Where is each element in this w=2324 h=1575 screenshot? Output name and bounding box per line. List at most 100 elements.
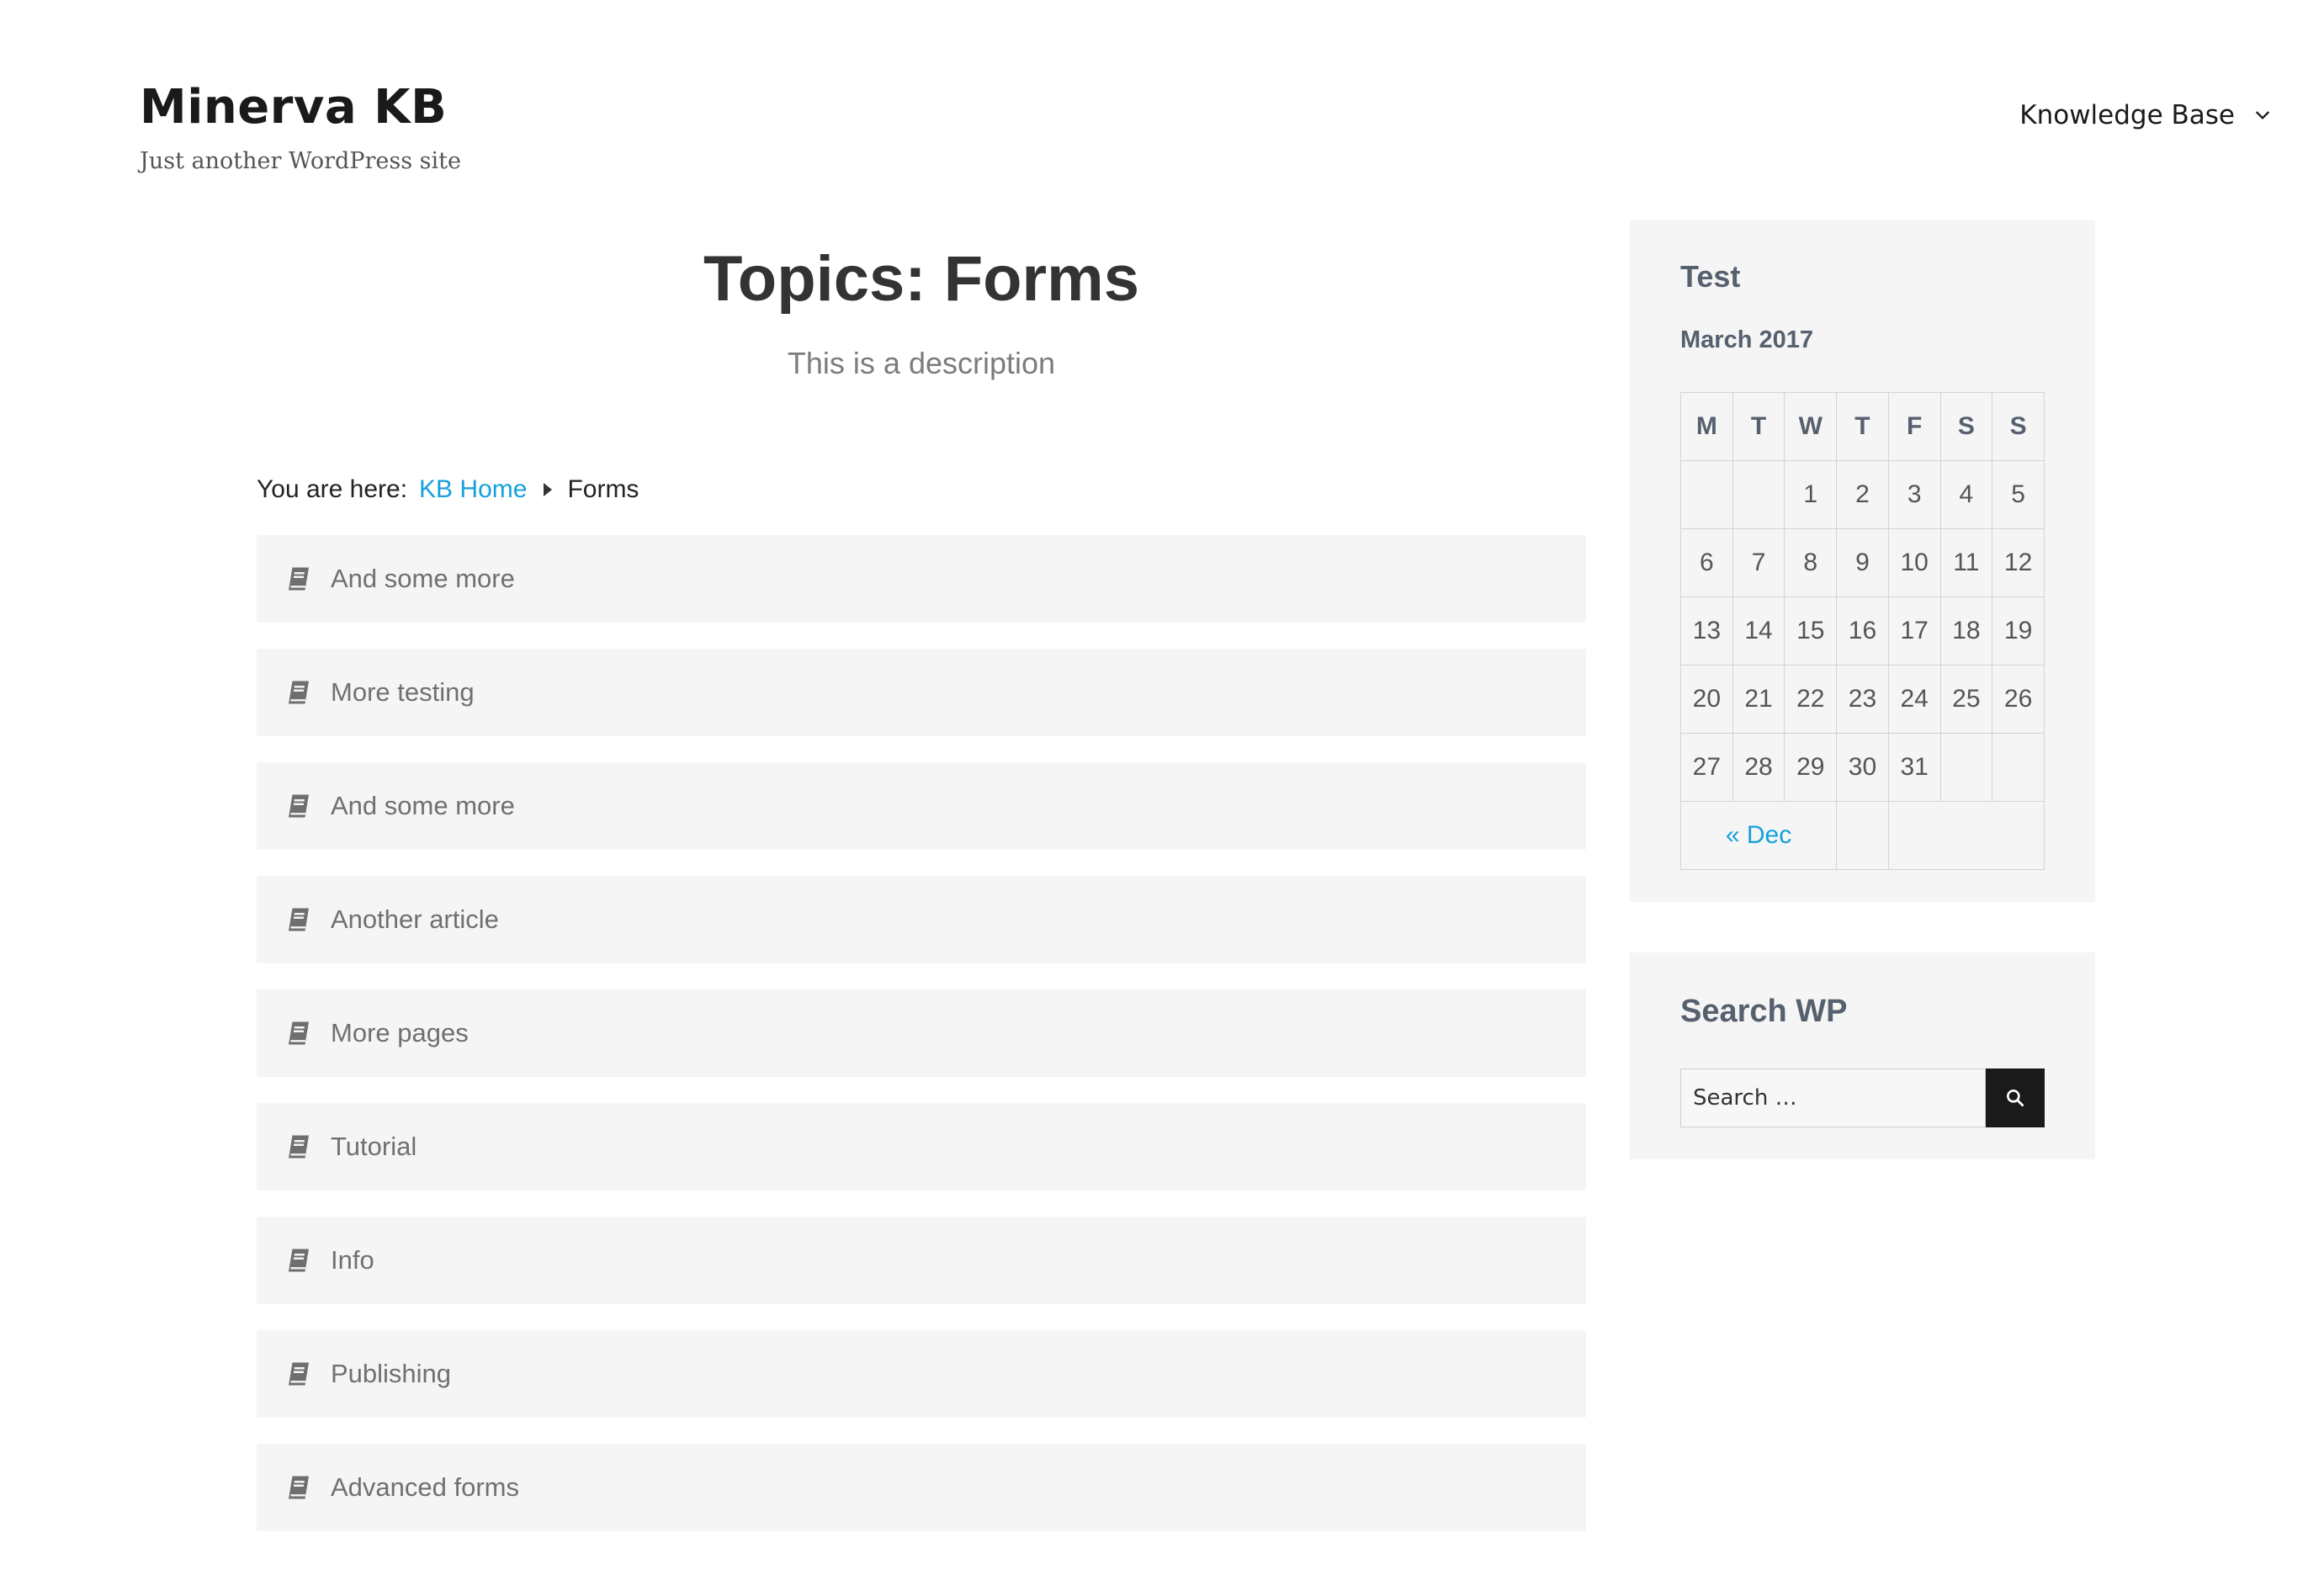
calendar-day: 18 <box>1939 597 1993 666</box>
search-widget-title: Search WP <box>1680 994 1848 1029</box>
calendar-week-row: 12345 <box>1680 460 2045 529</box>
page-title: Topics: Forms <box>703 243 1139 315</box>
article-title[interactable]: Advanced forms <box>331 1472 519 1503</box>
calendar-widget: Test March 2017 MTWTFSS 1 2 3 4 5 6 7 8 9 10 11 12 1… <box>1630 220 2095 902</box>
calendar-day: 25 <box>1939 665 1993 734</box>
calendar-empty-cell <box>1680 460 1733 529</box>
search-input[interactable] <box>1680 1069 1986 1127</box>
calendar-week-row: 13 14 15 16 17 18 19 <box>1680 597 2045 666</box>
chevron-down-icon[interactable] <box>2253 106 2272 125</box>
article-item[interactable]: Tutorial <box>257 1103 1586 1191</box>
book-icon <box>289 1362 309 1386</box>
breadcrumb-separator-icon <box>544 483 553 496</box>
article-item[interactable]: More testing <box>257 649 1586 736</box>
calendar-day: 10 <box>1887 528 1941 597</box>
calendar-pad-cell <box>1836 801 1889 870</box>
article-item[interactable]: Publishing <box>257 1330 1586 1418</box>
article-item[interactable]: Advanced forms <box>257 1444 1586 1531</box>
calendar-week-row: 27 28 29 30 31 <box>1680 733 2045 802</box>
calendar-day: 7 <box>1732 528 1785 597</box>
calendar-day: 22 <box>1784 665 1838 734</box>
article-title[interactable]: And some more <box>331 564 515 594</box>
calendar-weekday: M <box>1680 392 1733 461</box>
calendar-empty-cell <box>1732 460 1785 529</box>
calendar-weekday: S <box>1939 392 1993 461</box>
article-item[interactable]: Info <box>257 1217 1586 1304</box>
nav-knowledge-base[interactable]: Knowledge Base <box>2019 94 2272 136</box>
article-title[interactable]: And some more <box>331 791 515 821</box>
article-item[interactable]: More pages <box>257 989 1586 1077</box>
book-icon <box>289 1135 309 1159</box>
article-title[interactable]: More testing <box>331 677 475 708</box>
calendar-day: 12 <box>1992 528 2045 597</box>
article-title[interactable]: Publishing <box>331 1359 451 1389</box>
calendar-weekday: W <box>1784 392 1838 461</box>
site-tagline: Just another WordPress site <box>140 148 461 174</box>
article-item[interactable]: And some more <box>257 762 1586 850</box>
calendar-empty-cell <box>1992 733 2045 802</box>
calendar-week-row: 6 7 8 9 10 11 12 <box>1680 528 2045 597</box>
breadcrumb-current: Forms <box>567 475 639 503</box>
article-title[interactable]: Info <box>331 1245 374 1275</box>
calendar-day: 20 <box>1680 665 1733 734</box>
calendar-day: 13 <box>1680 597 1733 666</box>
breadcrumb-prefix: You are here: <box>257 475 408 503</box>
book-icon <box>289 567 309 591</box>
calendar-weekday: T <box>1732 392 1785 461</box>
article-item[interactable]: Another article <box>257 876 1586 963</box>
calendar-day: 2 <box>1836 460 1889 529</box>
calendar-weekday: T <box>1836 392 1889 461</box>
calendar-day: 15 <box>1784 597 1838 666</box>
book-icon <box>289 908 309 931</box>
search-icon[interactable] <box>2004 1087 2026 1109</box>
book-icon <box>289 794 309 818</box>
article-title[interactable]: Tutorial <box>331 1132 417 1162</box>
calendar-week-row: 20 21 22 23 24 25 26 <box>1680 665 2045 734</box>
calendar-day: 6 <box>1680 528 1733 597</box>
book-icon <box>289 1021 309 1045</box>
search-button[interactable] <box>1986 1069 2045 1127</box>
calendar-day: 31 <box>1887 733 1941 802</box>
search-widget: Search WP <box>1630 952 2095 1159</box>
calendar-day: 14 <box>1732 597 1785 666</box>
calendar-day: 27 <box>1680 733 1733 802</box>
book-icon <box>289 1249 309 1272</box>
calendar-day: 11 <box>1939 528 1993 597</box>
calendar-caption: March 2017 <box>1680 326 1813 353</box>
sidebar: Test March 2017 MTWTFSS 1 2 3 4 5 6 7 8 9 10 11 12 1… <box>1630 220 2095 1159</box>
calendar-day: 29 <box>1784 733 1838 802</box>
calendar-day: 3 <box>1887 460 1941 529</box>
calendar-day: 5 <box>1992 460 2045 529</box>
calendar-weekday: F <box>1887 392 1941 461</box>
article-list: And some more More testing And some more An… <box>257 535 1586 1531</box>
calendar-day: 23 <box>1836 665 1889 734</box>
calendar-next-cell <box>1887 801 2045 870</box>
page-description: This is a description <box>787 346 1056 380</box>
calendar-day: 1 <box>1784 460 1838 529</box>
article-title[interactable]: Another article <box>331 904 499 935</box>
main-content: Topics: Forms This is a description You … <box>257 220 1586 1557</box>
calendar-day: 26 <box>1992 665 2045 734</box>
article-title[interactable]: More pages <box>331 1018 469 1048</box>
calendar-weekday: S <box>1992 392 2045 461</box>
breadcrumb: You are here: KB Home Forms <box>257 464 1586 515</box>
calendar-prev-link[interactable]: « Dec <box>1679 801 1838 870</box>
calendar-day: 24 <box>1887 665 1941 734</box>
site-title[interactable]: Minerva KB <box>140 77 447 138</box>
nav-menu-label[interactable]: Knowledge Base <box>2019 94 2235 136</box>
calendar-day: 28 <box>1732 733 1785 802</box>
article-item[interactable]: And some more <box>257 535 1586 623</box>
book-icon <box>289 1476 309 1499</box>
calendar-widget-title: Test <box>1680 259 1741 294</box>
breadcrumb-home-link[interactable]: KB Home <box>419 475 527 504</box>
calendar-day: 4 <box>1939 460 1993 529</box>
calendar-day: 21 <box>1732 665 1785 734</box>
calendar-day: 19 <box>1992 597 2045 666</box>
calendar-day: 9 <box>1836 528 1889 597</box>
calendar-day: 16 <box>1836 597 1889 666</box>
calendar-nav-row: « Dec <box>1679 801 2045 870</box>
book-icon <box>289 681 309 704</box>
calendar-empty-cell <box>1939 733 1993 802</box>
calendar-day: 8 <box>1784 528 1838 597</box>
calendar-day: 17 <box>1887 597 1941 666</box>
